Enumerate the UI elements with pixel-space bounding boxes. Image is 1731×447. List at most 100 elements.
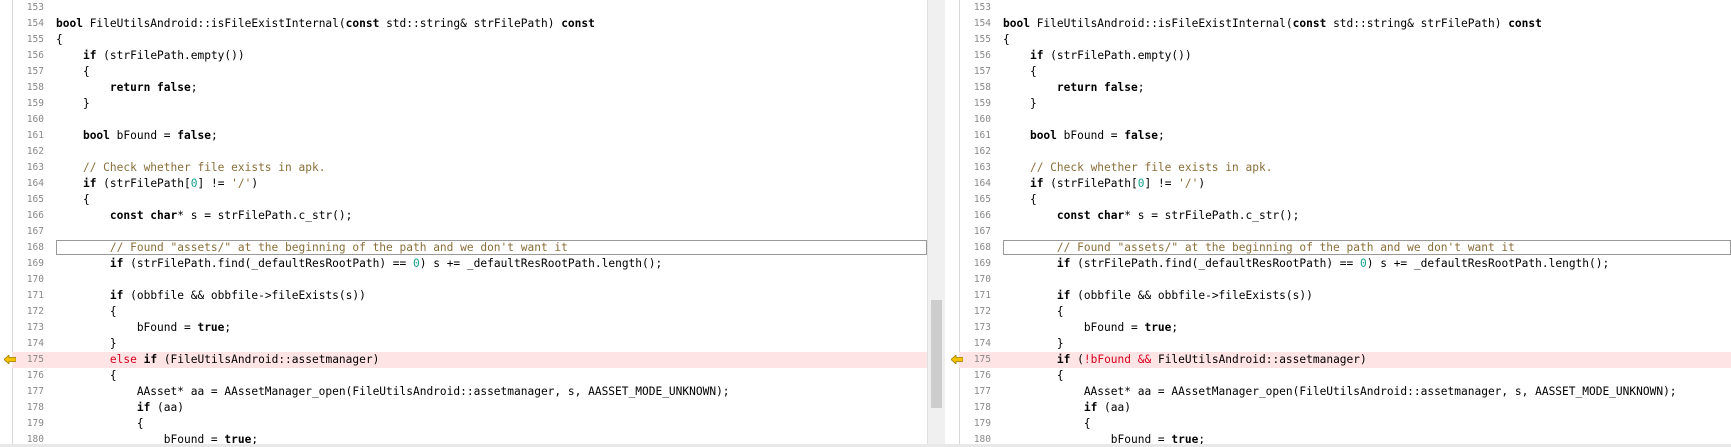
line-number: 170: [26, 274, 44, 285]
code-text: {: [56, 193, 90, 206]
code-text: if (strFilePath.empty()): [82, 49, 245, 62]
diff-line[interactable]: 175 if (!bFound && FileUtilsAndroid::ass…: [951, 352, 1731, 368]
code-line[interactable]: 174 }: [959, 336, 1731, 352]
line-number: 166: [973, 210, 991, 221]
code-text: bool FileUtilsAndroid::isFileExistIntern…: [56, 17, 595, 30]
line-number: 153: [973, 2, 991, 13]
code-text: // Check whether file exists in apk.: [82, 161, 326, 174]
line-number: 174: [973, 338, 991, 349]
code-text: bool FileUtilsAndroid::isFileExistIntern…: [1003, 17, 1542, 30]
code-text: {: [1003, 65, 1037, 78]
line-number: 172: [973, 306, 991, 317]
line-number: 175: [973, 354, 991, 365]
line-number: 163: [26, 162, 44, 173]
code-line[interactable]: 177 AAsset* aa = AAssetManager_open(File…: [959, 384, 1731, 400]
code-line[interactable]: 157 {: [959, 64, 1731, 80]
code-line[interactable]: 171 if (obbfile && obbfile->fileExists(s…: [12, 288, 927, 304]
line-number: 166: [26, 210, 44, 221]
arrow-left-icon[interactable]: [951, 355, 963, 364]
code-line[interactable]: 154 bool FileUtilsAndroid::isFileExistInt…: [12, 16, 927, 32]
code-line[interactable]: 160: [959, 112, 1731, 128]
code-line[interactable]: 153: [959, 0, 1731, 16]
code-line[interactable]: 159 }: [959, 96, 1731, 112]
code-line[interactable]: 156 if (strFilePath.empty()): [959, 48, 1731, 64]
code-text: {: [1003, 305, 1064, 318]
code-text: bool bFound = false;: [1029, 129, 1165, 142]
line-number: 163: [973, 162, 991, 173]
line-number: 154: [973, 18, 991, 29]
code-line[interactable]: 178 if (aa): [959, 400, 1731, 416]
code-line[interactable]: 167: [12, 224, 927, 240]
code-text: if (aa): [136, 401, 184, 414]
code-line[interactable]: 155 {: [12, 32, 927, 48]
code-text: if (!bFound && FileUtilsAndroid::assetma…: [1056, 353, 1367, 366]
line-number: 177: [26, 386, 44, 397]
code-line[interactable]: 162: [12, 144, 927, 160]
line-number: 168: [973, 242, 991, 253]
code-line[interactable]: 179 {: [959, 416, 1731, 432]
code-text: // Found "assets/" at the beginning of t…: [109, 241, 568, 254]
code-line[interactable]: 156 if (strFilePath.empty()): [12, 48, 927, 64]
code-line[interactable]: 161 bool bFound = false;: [12, 128, 927, 144]
code-line[interactable]: 160: [12, 112, 927, 128]
code-text: if (strFilePath.find(_defaultResRootPath…: [109, 257, 663, 270]
code-line[interactable]: 171 if (obbfile && obbfile->fileExists(s…: [959, 288, 1731, 304]
code-line[interactable]: 176 {: [959, 368, 1731, 384]
code-line[interactable]: 161 bool bFound = false;: [959, 128, 1731, 144]
code-line[interactable]: 155 {: [959, 32, 1731, 48]
arrow-left-icon[interactable]: [4, 355, 16, 364]
code-line[interactable]: 170: [959, 272, 1731, 288]
code-text: if (aa): [1083, 401, 1131, 414]
line-number: 179: [26, 418, 44, 429]
code-line[interactable]: 153: [12, 0, 927, 16]
line-number: 155: [973, 34, 991, 45]
code-line[interactable]: 169 if (strFilePath.find(_defaultResRoot…: [959, 256, 1731, 272]
code-line[interactable]: 177 AAsset* aa = AAssetManager_open(File…: [12, 384, 927, 400]
line-number: 162: [26, 146, 44, 157]
line-number: 161: [973, 130, 991, 141]
code-line[interactable]: 170: [12, 272, 927, 288]
code-line[interactable]: 159 }: [12, 96, 927, 112]
code-line[interactable]: 167: [959, 224, 1731, 240]
code-text: // Check whether file exists in apk.: [1029, 161, 1273, 174]
line-number: 159: [973, 98, 991, 109]
code-line[interactable]: 174 }: [12, 336, 927, 352]
diff-line[interactable]: 175 else if (FileUtilsAndroid::assetmana…: [4, 352, 927, 368]
left-scrollbar[interactable]: [927, 0, 945, 447]
code-line[interactable]: 166 const char* s = strFilePath.c_str();: [959, 208, 1731, 224]
line-number: 165: [26, 194, 44, 205]
code-line[interactable]: 162: [959, 144, 1731, 160]
left-diff-pane[interactable]: 153 154 bool FileUtilsAndroid::isFileExist…: [0, 0, 927, 447]
code-line[interactable]: 165 {: [12, 192, 927, 208]
code-text: return false;: [109, 81, 198, 94]
code-line[interactable]: 172 {: [959, 304, 1731, 320]
line-number: 172: [26, 306, 44, 317]
current-line[interactable]: 168 // Found "assets/" at the beginning …: [12, 240, 927, 256]
right-diff-pane[interactable]: 153154 bool FileUtilsAndroid::isFileExist…: [947, 0, 1731, 447]
code-text: if (strFilePath.find(_defaultResRootPath…: [1056, 257, 1610, 270]
code-line[interactable]: 163 // Check whether file exists in apk.: [12, 160, 927, 176]
code-line[interactable]: 166 const char* s = strFilePath.c_str();: [12, 208, 927, 224]
code-line[interactable]: 158 return false;: [959, 80, 1731, 96]
code-line[interactable]: 179 {: [12, 416, 927, 432]
code-line[interactable]: 163 // Check whether file exists in apk.: [959, 160, 1731, 176]
code-text: bFound = true;: [1003, 321, 1179, 334]
code-line[interactable]: 154 bool FileUtilsAndroid::isFileExistInt…: [959, 16, 1731, 32]
left-scrollbar-thumb[interactable]: [931, 300, 942, 408]
code-line[interactable]: 164 if (strFilePath[0] != '/'): [12, 176, 927, 192]
code-line[interactable]: 172 {: [12, 304, 927, 320]
code-line[interactable]: 178 if (aa): [12, 400, 927, 416]
code-line[interactable]: 169 if (strFilePath.find(_defaultResRoot…: [12, 256, 927, 272]
code-line[interactable]: 173 bFound = true;: [959, 320, 1731, 336]
code-text: const char* s = strFilePath.c_str();: [1056, 209, 1300, 222]
code-line[interactable]: 173 bFound = true;: [12, 320, 927, 336]
current-line[interactable]: 168 // Found "assets/" at the beginning …: [959, 240, 1731, 256]
code-line[interactable]: 165 {: [959, 192, 1731, 208]
line-number: 162: [973, 146, 991, 157]
code-text: {: [1003, 417, 1091, 430]
line-number: 175: [26, 354, 44, 365]
code-line[interactable]: 157 {: [12, 64, 927, 80]
code-line[interactable]: 164 if (strFilePath[0] != '/'): [959, 176, 1731, 192]
code-line[interactable]: 158 return false;: [12, 80, 927, 96]
code-line[interactable]: 176 {: [12, 368, 927, 384]
